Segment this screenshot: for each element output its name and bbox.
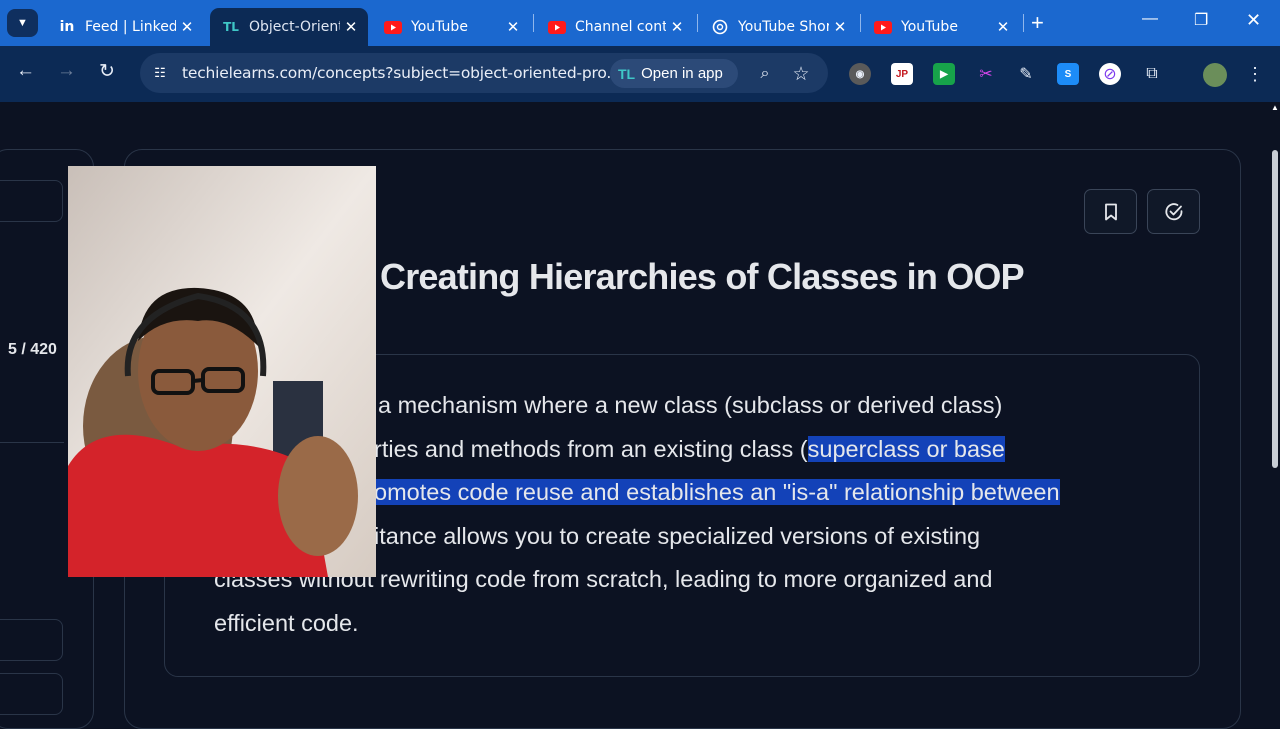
extensions-puzzle-icon[interactable]: ⧉ — [1141, 63, 1163, 85]
tab-separator — [533, 14, 534, 32]
browser-menu-icon[interactable]: ⋮ — [1244, 63, 1266, 85]
extension-circle-icon[interactable]: ⊘ — [1099, 63, 1121, 85]
extension-jp-icon[interactable]: JP — [891, 63, 913, 85]
tab-separator — [860, 14, 861, 32]
tab-channel-content[interactable]: Channel content ✕ — [536, 8, 694, 46]
youtube-icon — [384, 18, 402, 36]
extension-eyedropper-icon[interactable]: ✎ — [1015, 63, 1037, 85]
tab-object-oriented[interactable]: TL Object-Oriented Programming ✕ — [210, 8, 368, 46]
tab-linkedin[interactable]: in Feed | LinkedIn ✕ — [46, 8, 204, 46]
mark-complete-button[interactable] — [1147, 189, 1200, 234]
tab-youtube-shorts[interactable]: YouTube Shorts ✕ — [699, 8, 857, 46]
paragraph-text: rties and methods from an existing class… — [374, 435, 808, 462]
tab-label: YouTube — [901, 19, 958, 35]
close-icon[interactable]: ✕ — [502, 18, 524, 36]
tab-label: YouTube Shorts — [738, 19, 829, 35]
linkedin-icon: in — [59, 19, 75, 35]
tab-label: Feed | LinkedIn — [85, 19, 176, 35]
concept-counter: 5 / 420 — [8, 341, 57, 358]
check-circle-icon — [1164, 202, 1182, 220]
open-in-app-button[interactable]: TL Open in app — [610, 59, 738, 88]
tab-separator — [1023, 14, 1024, 32]
new-tab-button[interactable]: + — [1031, 10, 1044, 36]
sidebar-button-next[interactable] — [0, 673, 63, 715]
site-settings-icon[interactable]: ☷ — [150, 63, 170, 83]
sidebar-button-top[interactable] — [0, 180, 63, 222]
url-text[interactable]: techielearns.com/concepts?subject=object… — [182, 64, 621, 82]
tab-separator — [697, 14, 698, 32]
open-in-app-label: Open in app — [641, 65, 723, 82]
sidebar-button-prev[interactable] — [0, 619, 63, 661]
paragraph-line: efficient code. — [214, 602, 1174, 646]
forward-button[interactable]: → — [57, 60, 76, 82]
paragraph-text: efficient code. — [214, 609, 359, 636]
extension-record-icon[interactable]: ▶ — [933, 63, 955, 85]
chevron-down-icon: ▼ — [17, 17, 28, 29]
tab-youtube-2[interactable]: YouTube ✕ — [862, 8, 1020, 46]
bookmark-icon — [1104, 203, 1117, 220]
zoom-icon[interactable]: ⌕ — [754, 63, 776, 85]
tab-youtube-1[interactable]: YouTube ✕ — [372, 8, 530, 46]
tab-search-button[interactable]: ▼ — [7, 9, 38, 37]
youtube-icon — [548, 18, 566, 36]
close-icon[interactable]: ✕ — [666, 18, 688, 36]
tab-label: Object-Oriented Programming — [249, 19, 340, 35]
paragraph-text: a mechanism where a new class (subclass … — [378, 392, 1003, 418]
profile-avatar[interactable] — [1203, 63, 1227, 87]
highlighted-text: superclass or base — [807, 435, 1005, 462]
scrollbar-thumb[interactable] — [1272, 150, 1278, 468]
tab-label: Channel content — [575, 19, 666, 35]
reload-button[interactable]: ↻ — [99, 60, 115, 83]
sidebar-divider — [0, 442, 64, 443]
close-icon[interactable]: ✕ — [176, 18, 198, 36]
scroll-up-arrow-icon[interactable]: ▲ — [1271, 103, 1279, 112]
webcam-overlay — [68, 166, 376, 577]
close-icon[interactable]: ✕ — [992, 18, 1014, 36]
bookmark-star-icon[interactable]: ☆ — [790, 63, 812, 85]
techielearns-icon: TL — [223, 20, 239, 34]
extension-glasses-icon[interactable]: ◉ — [849, 63, 871, 85]
tab-label: YouTube — [411, 19, 468, 35]
bookmark-button[interactable] — [1084, 189, 1137, 234]
minimize-button[interactable]: — — [1142, 10, 1158, 28]
extension-s-icon[interactable]: S — [1057, 63, 1079, 85]
restore-button[interactable]: ❐ — [1194, 10, 1208, 30]
back-button[interactable]: ← — [16, 60, 35, 82]
close-window-button[interactable]: ✕ — [1246, 10, 1261, 31]
extension-scissors-icon[interactable]: ✂ — [975, 63, 997, 85]
chatgpt-icon — [711, 18, 729, 36]
close-icon[interactable]: ✕ — [340, 18, 362, 36]
techielearns-logo-icon: TL — [618, 65, 636, 82]
paragraph-text: itance allows you to create specialized … — [374, 522, 981, 549]
highlighted-text: omotes code reuse and establishes an "is… — [374, 479, 1060, 506]
concept-title: Creating Hierarchies of Classes in OOP — [380, 256, 1025, 297]
youtube-icon — [874, 18, 892, 36]
close-icon[interactable]: ✕ — [829, 18, 851, 36]
